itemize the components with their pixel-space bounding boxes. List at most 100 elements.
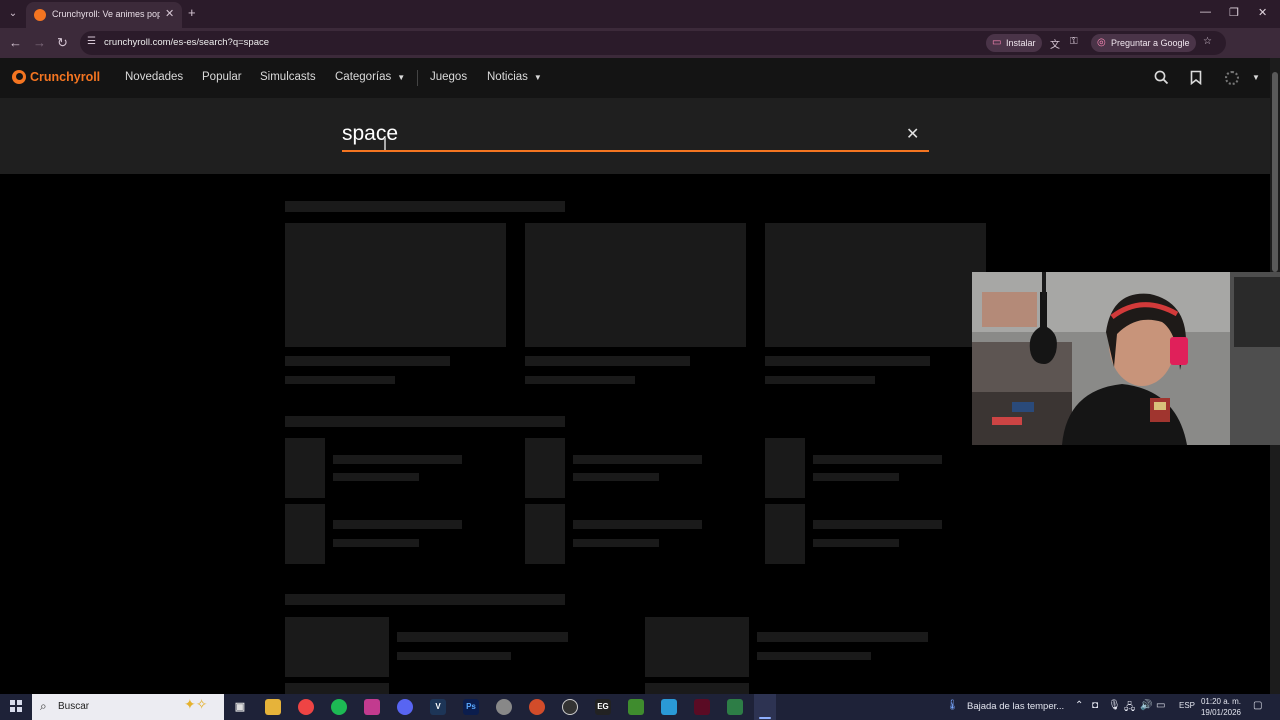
app-icon[interactable]: [529, 699, 545, 715]
skeleton-card-thumb: [285, 617, 389, 677]
skeleton-card-thumb: [285, 683, 389, 694]
bookmark-icon[interactable]: [1190, 70, 1202, 85]
skeleton-line: [285, 356, 450, 366]
skeleton-line: [397, 632, 568, 642]
search-icon[interactable]: [1154, 70, 1169, 85]
crunchyroll-logo-icon[interactable]: [12, 70, 26, 84]
reload-icon[interactable]: ↻: [57, 35, 68, 51]
nav-juegos[interactable]: Juegos: [430, 71, 467, 83]
minecraft-icon[interactable]: [628, 699, 644, 715]
new-tab-plus-icon[interactable]: +: [188, 5, 196, 20]
address-bar[interactable]: ☰ crunchyroll.com/es-es/search?q=space ▭…: [80, 31, 1226, 55]
windows-start-icon[interactable]: [10, 700, 22, 712]
search-underline: [342, 150, 929, 152]
brand-name[interactable]: Crunchyroll: [30, 70, 100, 84]
task-view-icon[interactable]: ▣: [232, 699, 248, 715]
nav-novedades[interactable]: Novedades: [125, 71, 183, 83]
network-icon[interactable]: 🖧: [1124, 700, 1135, 717]
install-label: Instalar: [1006, 38, 1036, 48]
tab-close-icon[interactable]: ✕: [165, 7, 174, 20]
app-icon[interactable]: [727, 699, 743, 715]
taskbar-clock[interactable]: 01:20 a. m. 19/01/2026: [1196, 696, 1246, 718]
spotify-icon[interactable]: [331, 699, 347, 715]
app-icon[interactable]: [364, 699, 380, 715]
tab-title: Crunchyroll: Ve animes populares: [52, 9, 160, 19]
photoshop-icon[interactable]: Ps: [463, 699, 479, 715]
skeleton-line: [525, 356, 690, 366]
skeleton-line: [765, 376, 875, 384]
skeleton-line: [573, 455, 702, 464]
browser-toolbar: ← → ↻ ☰ crunchyroll.com/es-es/search?q=s…: [0, 28, 1280, 77]
tray-chevron-up-icon[interactable]: ⌃: [1075, 700, 1083, 711]
skeleton-line: [813, 473, 899, 481]
back-arrow-icon[interactable]: ←: [9, 35, 22, 50]
tray-app-icon[interactable]: ◘: [1092, 700, 1098, 711]
chevron-down-icon: ▼: [533, 73, 542, 82]
ask-google-label: Preguntar a Google: [1111, 38, 1190, 48]
volume-icon[interactable]: 🔊: [1140, 700, 1152, 711]
app-icon[interactable]: [694, 699, 710, 715]
skeleton-line: [573, 520, 702, 529]
url-text: crunchyroll.com/es-es/search?q=space: [104, 37, 270, 48]
skeleton-line: [765, 356, 930, 366]
bookmark-star-icon[interactable]: ☆: [1203, 36, 1212, 47]
skeleton-heading: [285, 416, 565, 427]
skeleton-line: [757, 652, 871, 660]
skeleton-episode-thumb: [765, 438, 805, 498]
nav-noticias[interactable]: Noticias ▼: [487, 71, 542, 83]
clock-time: 01:20 a. m.: [1200, 697, 1242, 706]
weather-text[interactable]: Bajada de las temper...: [967, 701, 1064, 712]
obs-icon[interactable]: [562, 699, 578, 715]
page-scrollbar-thumb[interactable]: [1272, 72, 1278, 272]
skeleton-line: [813, 539, 899, 547]
search-input[interactable]: [342, 118, 902, 150]
skeleton-episode-thumb: [285, 504, 325, 564]
translate-icon[interactable]: 文: [1050, 36, 1060, 51]
skeleton-line: [813, 520, 942, 529]
taskbar-search-box[interactable]: ⌕ Buscar ✦✧: [32, 694, 224, 720]
forward-arrow-icon[interactable]: →: [33, 35, 46, 50]
taskbar-active-indicator: [759, 717, 771, 719]
skeleton-line: [757, 632, 928, 642]
notification-icon[interactable]: ▢: [1253, 700, 1262, 711]
profile-loading-icon[interactable]: [1225, 71, 1239, 85]
nav-simulcasts[interactable]: Simulcasts: [260, 71, 316, 83]
window-close-icon[interactable]: ✕: [1258, 6, 1267, 19]
install-app-button[interactable]: ▭ Instalar: [986, 34, 1042, 52]
app-icon[interactable]: [661, 699, 677, 715]
language-indicator[interactable]: ESP: [1179, 701, 1195, 710]
nav-noticias-label: Noticias: [487, 71, 528, 83]
profile-chevron-down-icon[interactable]: ▼: [1252, 73, 1260, 82]
site-info-icon[interactable]: ☰: [87, 36, 96, 47]
nav-categorias[interactable]: Categorías ▼: [335, 71, 405, 83]
chrome-icon[interactable]: [298, 699, 314, 715]
window-minimize-icon[interactable]: —: [1200, 6, 1211, 18]
discord-icon[interactable]: [397, 699, 413, 715]
microphone-icon[interactable]: 🎙: [1108, 700, 1121, 711]
taskbar-search-placeholder: Buscar: [58, 701, 90, 712]
skeleton-card-thumb: [645, 617, 749, 677]
skeleton-heading: [285, 201, 565, 212]
nav-popular[interactable]: Popular: [202, 71, 242, 83]
clear-search-icon[interactable]: ✕: [906, 124, 919, 144]
skeleton-line: [813, 455, 942, 464]
skeleton-line: [573, 473, 659, 481]
file-explorer-icon[interactable]: [265, 699, 281, 715]
password-key-icon[interactable]: ⚿: [1070, 36, 1078, 47]
window-restore-icon[interactable]: ❐: [1229, 6, 1239, 19]
skeleton-line: [333, 539, 419, 547]
skeleton-line: [333, 473, 419, 481]
app-icon[interactable]: [496, 699, 512, 715]
vegas-icon[interactable]: V: [430, 699, 446, 715]
battery-icon[interactable]: ▭: [1156, 700, 1165, 711]
epic-games-icon[interactable]: EG: [595, 699, 611, 715]
crunchyroll-favicon-icon: [34, 9, 46, 21]
webcam-feed-image: [972, 272, 1280, 445]
skeleton-card-thumb: [525, 223, 746, 347]
browser-tab-active[interactable]: Crunchyroll: Ve animes populares ✕: [26, 2, 182, 28]
skeleton-line: [333, 455, 462, 464]
skeleton-line: [285, 376, 395, 384]
tab-search-chevron-icon[interactable]: ⌄: [4, 5, 22, 23]
skeleton-line: [573, 539, 659, 547]
ask-google-button[interactable]: ◎ Preguntar a Google: [1091, 34, 1196, 52]
